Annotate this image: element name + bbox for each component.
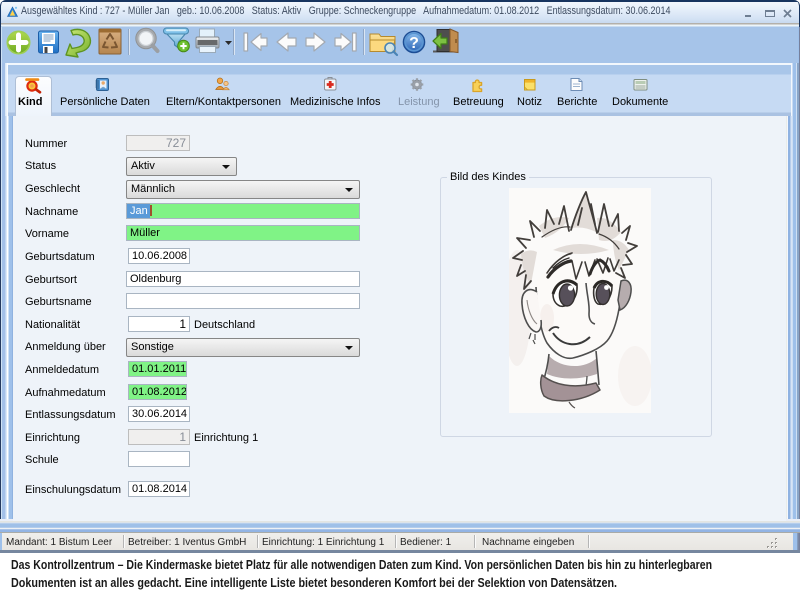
svg-text:?: ?: [409, 35, 419, 52]
